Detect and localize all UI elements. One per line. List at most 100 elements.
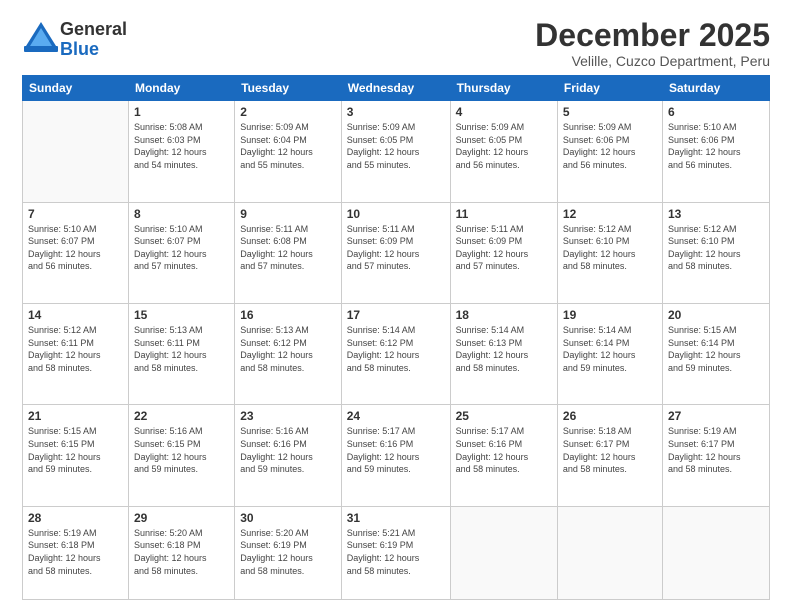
- day-info: Sunrise: 5:14 AM Sunset: 6:13 PM Dayligh…: [456, 324, 552, 374]
- day-number: 2: [240, 105, 336, 119]
- day-number: 28: [28, 511, 123, 525]
- table-row: 5 Sunrise: 5:09 AM Sunset: 6:06 PM Daylig…: [557, 101, 662, 202]
- day-number: 31: [347, 511, 445, 525]
- table-row: 7 Sunrise: 5:10 AM Sunset: 6:07 PM Daylig…: [23, 202, 129, 303]
- day-number: 19: [563, 308, 657, 322]
- col-thursday: Thursday: [450, 76, 557, 101]
- day-info: Sunrise: 5:11 AM Sunset: 6:09 PM Dayligh…: [347, 223, 445, 273]
- col-wednesday: Wednesday: [341, 76, 450, 101]
- day-number: 10: [347, 207, 445, 221]
- day-number: 18: [456, 308, 552, 322]
- table-row: 10 Sunrise: 5:11 AM Sunset: 6:09 PM Dayli…: [341, 202, 450, 303]
- day-number: 12: [563, 207, 657, 221]
- day-number: 4: [456, 105, 552, 119]
- day-info: Sunrise: 5:16 AM Sunset: 6:16 PM Dayligh…: [240, 425, 336, 475]
- day-number: 26: [563, 409, 657, 423]
- table-row: [662, 506, 769, 599]
- day-number: 11: [456, 207, 552, 221]
- col-saturday: Saturday: [662, 76, 769, 101]
- calendar-header-row: Sunday Monday Tuesday Wednesday Thursday…: [23, 76, 770, 101]
- table-row: 31 Sunrise: 5:21 AM Sunset: 6:19 PM Dayli…: [341, 506, 450, 599]
- table-row: 1 Sunrise: 5:08 AM Sunset: 6:03 PM Daylig…: [128, 101, 234, 202]
- day-number: 30: [240, 511, 336, 525]
- day-number: 7: [28, 207, 123, 221]
- day-info: Sunrise: 5:15 AM Sunset: 6:14 PM Dayligh…: [668, 324, 764, 374]
- month-title: December 2025: [535, 18, 770, 53]
- day-number: 6: [668, 105, 764, 119]
- table-row: 21 Sunrise: 5:15 AM Sunset: 6:15 PM Dayli…: [23, 405, 129, 506]
- day-info: Sunrise: 5:12 AM Sunset: 6:11 PM Dayligh…: [28, 324, 123, 374]
- day-info: Sunrise: 5:14 AM Sunset: 6:14 PM Dayligh…: [563, 324, 657, 374]
- day-info: Sunrise: 5:14 AM Sunset: 6:12 PM Dayligh…: [347, 324, 445, 374]
- table-row: [450, 506, 557, 599]
- table-row: 4 Sunrise: 5:09 AM Sunset: 6:05 PM Daylig…: [450, 101, 557, 202]
- day-number: 29: [134, 511, 229, 525]
- day-info: Sunrise: 5:20 AM Sunset: 6:18 PM Dayligh…: [134, 527, 229, 577]
- table-row: 6 Sunrise: 5:10 AM Sunset: 6:06 PM Daylig…: [662, 101, 769, 202]
- col-sunday: Sunday: [23, 76, 129, 101]
- day-number: 13: [668, 207, 764, 221]
- day-info: Sunrise: 5:10 AM Sunset: 6:06 PM Dayligh…: [668, 121, 764, 171]
- logo: General Blue: [22, 18, 127, 61]
- table-row: 20 Sunrise: 5:15 AM Sunset: 6:14 PM Dayli…: [662, 303, 769, 404]
- table-row: 25Sunrise: 5:17 AM Sunset: 6:16 PM Dayli…: [450, 405, 557, 506]
- day-info: Sunrise: 5:09 AM Sunset: 6:05 PM Dayligh…: [347, 121, 445, 171]
- day-number: 20: [668, 308, 764, 322]
- day-number: 5: [563, 105, 657, 119]
- day-number: 16: [240, 308, 336, 322]
- day-number: 1: [134, 105, 229, 119]
- logo-text: General Blue: [60, 20, 127, 60]
- day-info: Sunrise: 5:15 AM Sunset: 6:15 PM Dayligh…: [28, 425, 123, 475]
- table-row: 26 Sunrise: 5:18 AM Sunset: 6:17 PM Dayli…: [557, 405, 662, 506]
- day-number: 15: [134, 308, 229, 322]
- day-info: Sunrise: 5:16 AM Sunset: 6:15 PM Dayligh…: [134, 425, 229, 475]
- table-row: 11 Sunrise: 5:11 AM Sunset: 6:09 PM Dayli…: [450, 202, 557, 303]
- table-row: 22Sunrise: 5:16 AM Sunset: 6:15 PM Dayli…: [128, 405, 234, 506]
- table-row: 27 Sunrise: 5:19 AM Sunset: 6:17 PM Dayli…: [662, 405, 769, 506]
- col-tuesday: Tuesday: [235, 76, 342, 101]
- day-info: Sunrise: 5:20 AM Sunset: 6:19 PM Dayligh…: [240, 527, 336, 577]
- table-row: 18 Sunrise: 5:14 AM Sunset: 6:13 PM Dayli…: [450, 303, 557, 404]
- page: General Blue December 2025 Velille, Cuzc…: [0, 0, 792, 612]
- table-row: 19 Sunrise: 5:14 AM Sunset: 6:14 PM Dayli…: [557, 303, 662, 404]
- table-row: 9 Sunrise: 5:11 AM Sunset: 6:08 PM Daylig…: [235, 202, 342, 303]
- table-row: 29 Sunrise: 5:20 AM Sunset: 6:18 PM Dayli…: [128, 506, 234, 599]
- table-row: 13Sunrise: 5:12 AM Sunset: 6:10 PM Dayli…: [662, 202, 769, 303]
- table-row: [557, 506, 662, 599]
- col-monday: Monday: [128, 76, 234, 101]
- day-info: Sunrise: 5:21 AM Sunset: 6:19 PM Dayligh…: [347, 527, 445, 577]
- table-row: 23 Sunrise: 5:16 AM Sunset: 6:16 PM Dayli…: [235, 405, 342, 506]
- day-info: Sunrise: 5:18 AM Sunset: 6:17 PM Dayligh…: [563, 425, 657, 475]
- table-row: 14Sunrise: 5:12 AM Sunset: 6:11 PM Dayli…: [23, 303, 129, 404]
- day-number: 21: [28, 409, 123, 423]
- day-info: Sunrise: 5:08 AM Sunset: 6:03 PM Dayligh…: [134, 121, 229, 171]
- day-info: Sunrise: 5:11 AM Sunset: 6:08 PM Dayligh…: [240, 223, 336, 273]
- day-number: 17: [347, 308, 445, 322]
- day-number: 3: [347, 105, 445, 119]
- calendar-table: Sunday Monday Tuesday Wednesday Thursday…: [22, 75, 770, 600]
- day-info: Sunrise: 5:10 AM Sunset: 6:07 PM Dayligh…: [134, 223, 229, 273]
- logo-icon: [22, 18, 60, 56]
- day-number: 8: [134, 207, 229, 221]
- day-number: 24: [347, 409, 445, 423]
- table-row: 3 Sunrise: 5:09 AM Sunset: 6:05 PM Daylig…: [341, 101, 450, 202]
- day-number: 27: [668, 409, 764, 423]
- day-number: 9: [240, 207, 336, 221]
- day-info: Sunrise: 5:10 AM Sunset: 6:07 PM Dayligh…: [28, 223, 123, 273]
- table-row: 17 Sunrise: 5:14 AM Sunset: 6:12 PM Dayli…: [341, 303, 450, 404]
- logo-general-text: General: [60, 20, 127, 40]
- day-info: Sunrise: 5:11 AM Sunset: 6:09 PM Dayligh…: [456, 223, 552, 273]
- day-info: Sunrise: 5:09 AM Sunset: 6:06 PM Dayligh…: [563, 121, 657, 171]
- day-number: 23: [240, 409, 336, 423]
- table-row: 24 Sunrise: 5:17 AM Sunset: 6:16 PM Dayli…: [341, 405, 450, 506]
- day-info: Sunrise: 5:17 AM Sunset: 6:16 PM Dayligh…: [456, 425, 552, 475]
- day-info: Sunrise: 5:13 AM Sunset: 6:12 PM Dayligh…: [240, 324, 336, 374]
- table-row: [23, 101, 129, 202]
- title-block: December 2025 Velille, Cuzco Department,…: [535, 18, 770, 69]
- day-info: Sunrise: 5:19 AM Sunset: 6:17 PM Dayligh…: [668, 425, 764, 475]
- table-row: 16 Sunrise: 5:13 AM Sunset: 6:12 PM Dayli…: [235, 303, 342, 404]
- day-info: Sunrise: 5:09 AM Sunset: 6:05 PM Dayligh…: [456, 121, 552, 171]
- day-info: Sunrise: 5:17 AM Sunset: 6:16 PM Dayligh…: [347, 425, 445, 475]
- table-row: 8 Sunrise: 5:10 AM Sunset: 6:07 PM Daylig…: [128, 202, 234, 303]
- location-subtitle: Velille, Cuzco Department, Peru: [535, 53, 770, 69]
